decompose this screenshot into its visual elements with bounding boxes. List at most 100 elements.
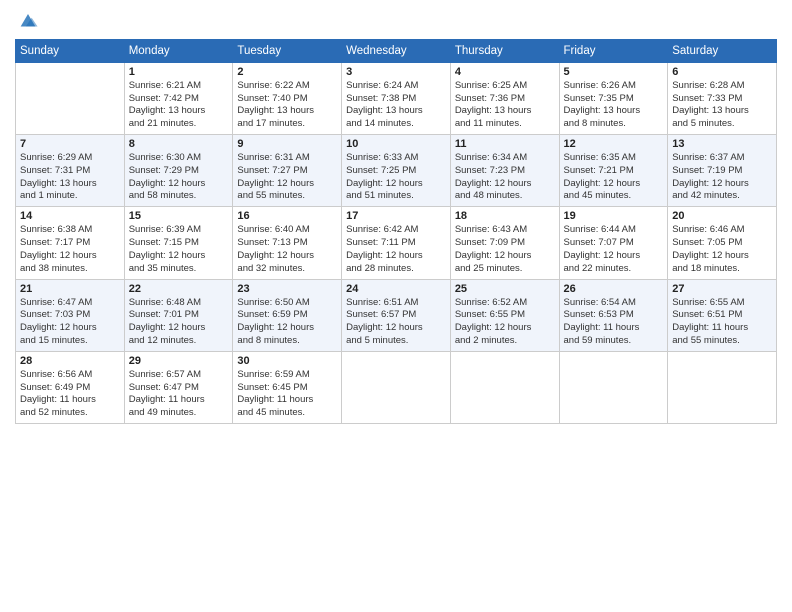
calendar-cell: 29 Sunrise: 6:57 AMSunset: 6:47 PMDayligh… [124,351,233,423]
day-number: 23 [237,283,337,295]
calendar-cell: 4 Sunrise: 6:25 AMSunset: 7:36 PMDaylight… [450,62,559,134]
day-info: Sunrise: 6:35 AMSunset: 7:21 PMDaylight:… [564,152,664,203]
day-info: Sunrise: 6:43 AMSunset: 7:09 PMDaylight:… [455,224,555,275]
calendar-week-5: 28Sunrise: 6:56 AMSunset: 6:49 PMDayligh… [16,351,777,423]
day-info: Sunrise: 6:50 AMSunset: 6:59 PMDaylight:… [237,297,337,348]
day-number: 17 [346,210,446,222]
day-number: 21 [20,283,120,295]
logo [15,10,39,33]
calendar-week-4: 21 Sunrise: 6:47 AMSunset: 7:03 PMDayligh… [16,279,777,351]
day-info: Sunrise: 6:59 AMSunset: 6:45 PMDaylight:… [237,369,337,420]
weekday-header-sunday: Sunday [16,39,125,62]
calendar-cell: 30 Sunrise: 6:59 AMSunset: 6:45 PMDayligh… [233,351,342,423]
day-info: Sunrise: 6:26 AMSunset: 7:35 PMDaylight:… [564,80,664,131]
calendar-cell [16,62,125,134]
day-info: Sunrise: 6:47 AMSunset: 7:03 PMDaylight:… [20,297,120,348]
day-info: Sunrise: 6:55 AMSunset: 6:51 PMDaylight:… [672,297,772,348]
day-number: 20 [672,210,772,222]
day-number: 11 [455,138,555,150]
calendar-cell: 16 Sunrise: 6:40 AMSunset: 7:13 PMDayligh… [233,207,342,279]
calendar-cell: 10Sunrise: 6:33 AMSunset: 7:25 PMDayligh… [342,135,451,207]
weekday-header-monday: Monday [124,39,233,62]
day-number: 25 [455,283,555,295]
day-info: Sunrise: 6:22 AMSunset: 7:40 PMDaylight:… [237,80,337,131]
calendar-cell: 2 Sunrise: 6:22 AMSunset: 7:40 PMDaylight… [233,62,342,134]
day-number: 30 [237,355,337,367]
day-info: Sunrise: 6:46 AMSunset: 7:05 PMDaylight:… [672,224,772,275]
calendar-cell: 3Sunrise: 6:24 AMSunset: 7:38 PMDaylight… [342,62,451,134]
day-info: Sunrise: 6:48 AMSunset: 7:01 PMDaylight:… [129,297,229,348]
calendar-cell: 15Sunrise: 6:39 AMSunset: 7:15 PMDayligh… [124,207,233,279]
day-info: Sunrise: 6:30 AMSunset: 7:29 PMDaylight:… [129,152,229,203]
day-info: Sunrise: 6:38 AMSunset: 7:17 PMDaylight:… [20,224,120,275]
day-info: Sunrise: 6:57 AMSunset: 6:47 PMDaylight:… [129,369,229,420]
calendar-week-2: 7 Sunrise: 6:29 AMSunset: 7:31 PMDaylight… [16,135,777,207]
day-info: Sunrise: 6:54 AMSunset: 6:53 PMDaylight:… [564,297,664,348]
calendar-cell [450,351,559,423]
day-info: Sunrise: 6:29 AMSunset: 7:31 PMDaylight:… [20,152,120,203]
day-number: 15 [129,210,229,222]
day-info: Sunrise: 6:40 AMSunset: 7:13 PMDaylight:… [237,224,337,275]
day-number: 4 [455,66,555,78]
day-info: Sunrise: 6:25 AMSunset: 7:36 PMDaylight:… [455,80,555,131]
day-info: Sunrise: 6:21 AMSunset: 7:42 PMDaylight:… [129,80,229,131]
calendar-cell: 26 Sunrise: 6:54 AMSunset: 6:53 PMDayligh… [559,279,668,351]
calendar-cell: 13 Sunrise: 6:37 AMSunset: 7:19 PMDayligh… [668,135,777,207]
calendar-cell: 21 Sunrise: 6:47 AMSunset: 7:03 PMDayligh… [16,279,125,351]
weekday-header-wednesday: Wednesday [342,39,451,62]
calendar-week-3: 14 Sunrise: 6:38 AMSunset: 7:17 PMDayligh… [16,207,777,279]
day-info: Sunrise: 6:31 AMSunset: 7:27 PMDaylight:… [237,152,337,203]
logo-text [15,10,39,37]
weekday-header-thursday: Thursday [450,39,559,62]
calendar-cell: 22 Sunrise: 6:48 AMSunset: 7:01 PMDayligh… [124,279,233,351]
day-info: Sunrise: 6:37 AMSunset: 7:19 PMDaylight:… [672,152,772,203]
weekday-header-friday: Friday [559,39,668,62]
calendar-cell: 11 Sunrise: 6:34 AMSunset: 7:23 PMDayligh… [450,135,559,207]
day-number: 12 [564,138,664,150]
day-number: 7 [20,138,120,150]
main-container: SundayMondayTuesdayWednesdayThursdayFrid… [0,0,792,612]
calendar-cell: 23 Sunrise: 6:50 AMSunset: 6:59 PMDayligh… [233,279,342,351]
calendar-cell: 5Sunrise: 6:26 AMSunset: 7:35 PMDaylight… [559,62,668,134]
day-number: 27 [672,283,772,295]
day-number: 22 [129,283,229,295]
day-info: Sunrise: 6:33 AMSunset: 7:25 PMDaylight:… [346,152,446,203]
day-info: Sunrise: 6:56 AMSunset: 6:49 PMDaylight:… [20,369,120,420]
day-number: 1 [129,66,229,78]
header [15,10,777,33]
calendar-cell: 20 Sunrise: 6:46 AMSunset: 7:05 PMDayligh… [668,207,777,279]
day-number: 2 [237,66,337,78]
calendar-cell: 6Sunrise: 6:28 AMSunset: 7:33 PMDaylight… [668,62,777,134]
day-info: Sunrise: 6:44 AMSunset: 7:07 PMDaylight:… [564,224,664,275]
calendar-cell: 12 Sunrise: 6:35 AMSunset: 7:21 PMDayligh… [559,135,668,207]
weekday-header-tuesday: Tuesday [233,39,342,62]
calendar-cell: 27 Sunrise: 6:55 AMSunset: 6:51 PMDayligh… [668,279,777,351]
calendar-cell: 28Sunrise: 6:56 AMSunset: 6:49 PMDayligh… [16,351,125,423]
calendar-cell: 14 Sunrise: 6:38 AMSunset: 7:17 PMDayligh… [16,207,125,279]
day-number: 29 [129,355,229,367]
calendar-cell [342,351,451,423]
day-number: 16 [237,210,337,222]
weekday-header-saturday: Saturday [668,39,777,62]
day-number: 9 [237,138,337,150]
day-number: 6 [672,66,772,78]
day-number: 8 [129,138,229,150]
day-number: 14 [20,210,120,222]
calendar-cell: 7 Sunrise: 6:29 AMSunset: 7:31 PMDaylight… [16,135,125,207]
calendar-week-1: 1 Sunrise: 6:21 AMSunset: 7:42 PMDaylight… [16,62,777,134]
day-info: Sunrise: 6:34 AMSunset: 7:23 PMDaylight:… [455,152,555,203]
calendar-cell: 1 Sunrise: 6:21 AMSunset: 7:42 PMDaylight… [124,62,233,134]
calendar-body: 1 Sunrise: 6:21 AMSunset: 7:42 PMDaylight… [16,62,777,423]
calendar-table: SundayMondayTuesdayWednesdayThursdayFrid… [15,39,777,424]
calendar-cell: 19Sunrise: 6:44 AMSunset: 7:07 PMDayligh… [559,207,668,279]
day-number: 24 [346,283,446,295]
calendar-cell: 24Sunrise: 6:51 AMSunset: 6:57 PMDayligh… [342,279,451,351]
logo-icon [17,10,39,32]
calendar-cell [559,351,668,423]
calendar-cell: 8 Sunrise: 6:30 AMSunset: 7:29 PMDaylight… [124,135,233,207]
calendar-header: SundayMondayTuesdayWednesdayThursdayFrid… [16,39,777,62]
calendar-cell: 25Sunrise: 6:52 AMSunset: 6:55 PMDayligh… [450,279,559,351]
day-info: Sunrise: 6:42 AMSunset: 7:11 PMDaylight:… [346,224,446,275]
day-number: 13 [672,138,772,150]
day-number: 26 [564,283,664,295]
